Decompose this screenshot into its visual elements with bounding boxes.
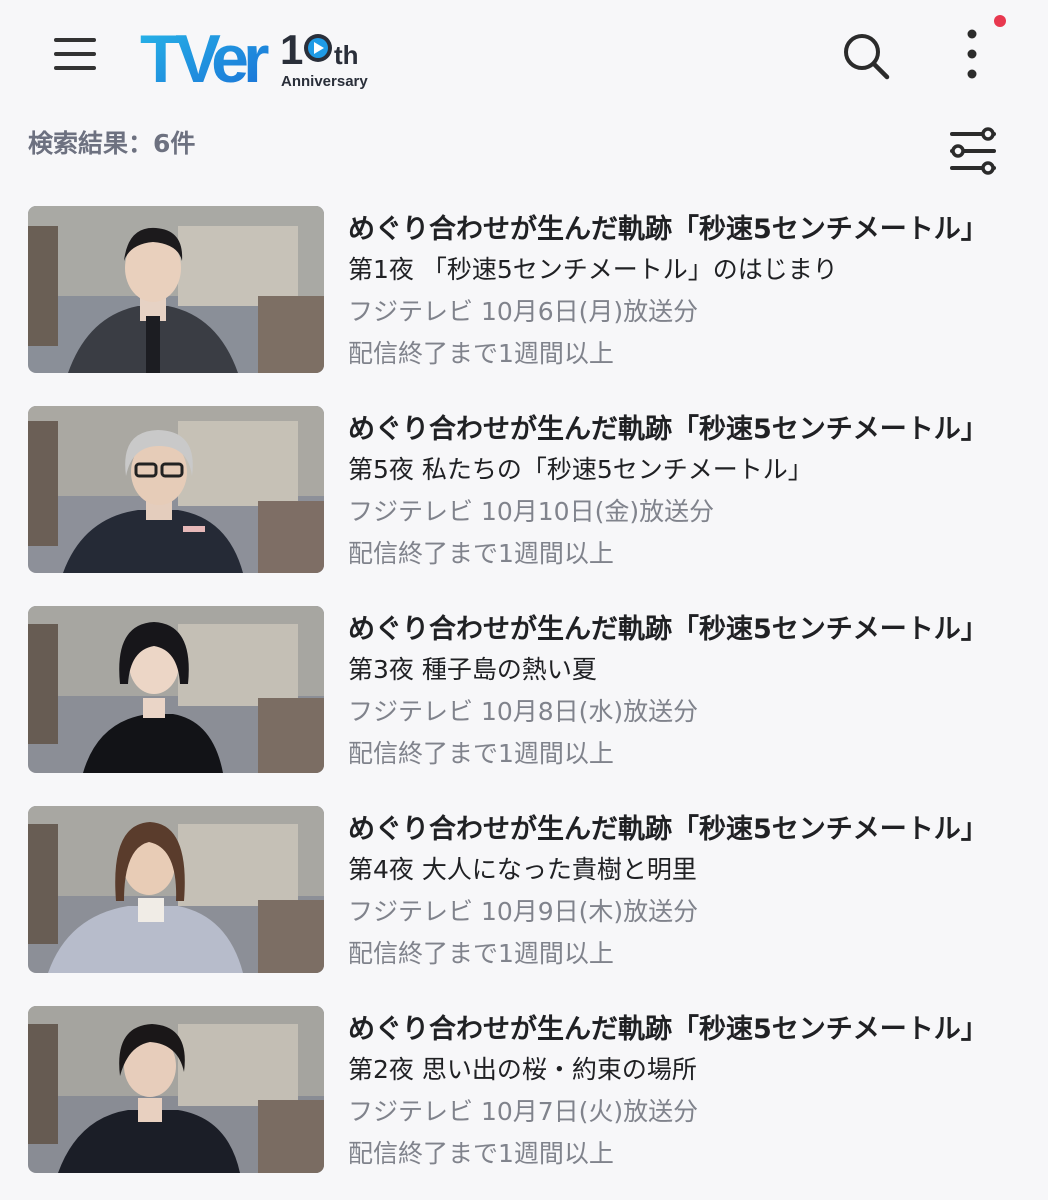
episode-title[interactable]: めぐり合わせが生んだ軌跡「秒速5センチメートル」 bbox=[348, 1010, 996, 1050]
episode-broadcast-info: フジテレビ 10月7日(火)放送分 bbox=[348, 1097, 699, 1126]
episode-thumbnail[interactable] bbox=[28, 606, 324, 773]
hamburger-icon-line bbox=[54, 52, 96, 56]
episode-title[interactable]: めぐり合わせが生んだ軌跡「秒速5センチメートル」 bbox=[348, 810, 996, 850]
search-button[interactable] bbox=[840, 30, 892, 82]
episode-title[interactable]: めぐり合わせが生んだ軌跡「秒速5センチメートル」 bbox=[348, 610, 996, 650]
episode-item[interactable]: めぐり合わせが生んだ軌跡「秒速5センチメートル」 第2夜 思い出の桜・約束の場所… bbox=[0, 1006, 1048, 1176]
more-vertical-icon bbox=[967, 29, 977, 79]
svg-text:th: th bbox=[334, 40, 359, 70]
episode-availability: 配信終了まで1週間以上 bbox=[348, 939, 614, 968]
episode-subtitle: 第1夜 「秒速5センチメートル」のはじまり bbox=[348, 255, 838, 284]
tver-logo[interactable]: TVer 1 th Anniversary bbox=[140, 12, 390, 97]
episode-broadcast-info: フジテレビ 10月6日(月)放送分 bbox=[348, 297, 699, 326]
episode-availability: 配信終了まで1週間以上 bbox=[348, 539, 614, 568]
episode-subtitle: 第2夜 思い出の桜・約束の場所 bbox=[348, 1055, 697, 1084]
episode-item[interactable]: めぐり合わせが生んだ軌跡「秒速5センチメートル」 第1夜 「秒速5センチメートル… bbox=[0, 206, 1048, 376]
hamburger-icon-line bbox=[54, 38, 96, 42]
search-icon bbox=[844, 34, 890, 80]
episode-title[interactable]: めぐり合わせが生んだ軌跡「秒速5センチメートル」 bbox=[348, 210, 996, 250]
episode-thumbnail[interactable] bbox=[28, 206, 324, 373]
episode-thumbnail[interactable] bbox=[28, 1006, 324, 1173]
filter-button[interactable] bbox=[948, 126, 998, 176]
episode-title[interactable]: めぐり合わせが生んだ軌跡「秒速5センチメートル」 bbox=[348, 410, 996, 450]
episode-availability: 配信終了まで1週間以上 bbox=[348, 339, 614, 368]
notification-dot bbox=[994, 15, 1006, 27]
episode-subtitle: 第3夜 種子島の熱い夏 bbox=[348, 655, 597, 684]
more-options-button[interactable] bbox=[950, 22, 1006, 86]
search-result-count: 検索結果：6件 bbox=[28, 129, 196, 158]
svg-text:1: 1 bbox=[280, 26, 303, 73]
episode-availability: 配信終了まで1週間以上 bbox=[348, 739, 614, 768]
episode-availability: 配信終了まで1週間以上 bbox=[348, 1139, 614, 1168]
app-header: TVer 1 th Anniversary bbox=[0, 0, 1048, 110]
episode-subtitle: 第4夜 大人になった貴樹と明里 bbox=[348, 855, 697, 884]
logo-10th-badge: 1 th bbox=[280, 26, 359, 73]
hamburger-icon-line bbox=[54, 66, 96, 70]
filter-sliders-icon bbox=[950, 127, 996, 175]
logo-wordmark: TVer bbox=[140, 21, 269, 92]
episode-thumbnail[interactable] bbox=[28, 806, 324, 973]
episode-thumbnail[interactable] bbox=[28, 406, 324, 573]
episode-subtitle: 第5夜 私たちの「秒速5センチメートル」 bbox=[348, 455, 813, 484]
episode-item[interactable]: めぐり合わせが生んだ軌跡「秒速5センチメートル」 第5夜 私たちの「秒速5センチ… bbox=[0, 406, 1048, 576]
episode-broadcast-info: フジテレビ 10月10日(金)放送分 bbox=[348, 497, 715, 526]
logo-anniversary-text: Anniversary bbox=[281, 73, 368, 90]
episode-broadcast-info: フジテレビ 10月9日(木)放送分 bbox=[348, 897, 699, 926]
episode-item[interactable]: めぐり合わせが生んだ軌跡「秒速5センチメートル」 第3夜 種子島の熱い夏 フジテ… bbox=[0, 606, 1048, 776]
episode-item[interactable]: めぐり合わせが生んだ軌跡「秒速5センチメートル」 第4夜 大人になった貴樹と明里… bbox=[0, 806, 1048, 976]
hamburger-menu-button[interactable] bbox=[54, 34, 98, 74]
episode-broadcast-info: フジテレビ 10月8日(水)放送分 bbox=[348, 697, 699, 726]
